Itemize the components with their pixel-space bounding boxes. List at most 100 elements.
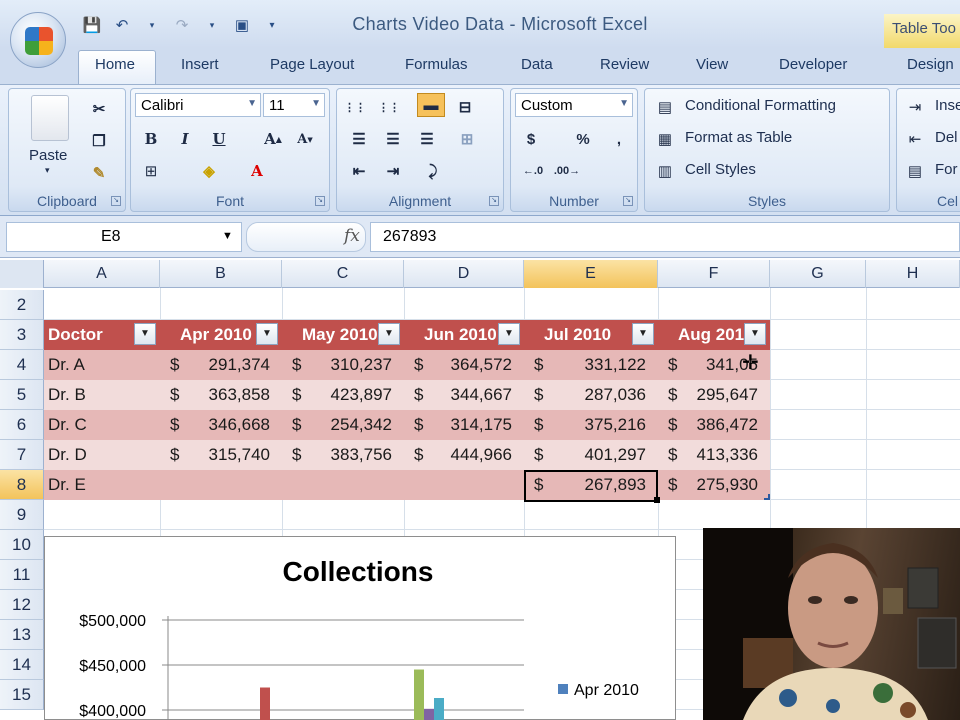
font-name-combo[interactable]: Calibri ▼ bbox=[135, 93, 261, 117]
align-center-icon[interactable]: ☰ bbox=[381, 127, 405, 151]
amount-cell[interactable]: $375,216 bbox=[524, 410, 658, 440]
column-header-h[interactable]: H bbox=[866, 260, 960, 288]
increase-decimal-icon[interactable]: ←.0 bbox=[521, 159, 545, 183]
row-header[interactable]: 5 bbox=[0, 380, 44, 410]
tab-design[interactable]: Design bbox=[907, 56, 954, 73]
amount-cell[interactable]: $275,930 bbox=[658, 470, 770, 500]
align-middle-icon[interactable]: ⋮⋮ bbox=[377, 95, 401, 119]
copy-icon[interactable]: ❐ bbox=[87, 129, 111, 153]
merge-center-icon[interactable]: ⊞ bbox=[455, 127, 479, 151]
amount-cell[interactable]: $331,122 bbox=[524, 350, 658, 380]
column-header-d[interactable]: D bbox=[404, 260, 524, 288]
wrap-text-icon[interactable]: ⤸ bbox=[421, 159, 445, 183]
filter-dropdown-icon[interactable]: ▼ bbox=[134, 323, 156, 345]
amount-cell[interactable]: $314,175 bbox=[404, 410, 524, 440]
chart-bar[interactable] bbox=[414, 669, 424, 720]
redo-icon[interactable]: ↷ bbox=[170, 14, 194, 36]
align-top-icon[interactable]: ⋮⋮ bbox=[343, 95, 367, 119]
grow-font-icon[interactable]: A ▲ bbox=[261, 127, 285, 151]
tab-formulas[interactable]: Formulas bbox=[405, 56, 468, 73]
tab-developer[interactable]: Developer bbox=[779, 56, 847, 73]
align-bottom-icon[interactable]: ▬ bbox=[417, 93, 445, 117]
amount-cell[interactable]: $364,572 bbox=[404, 350, 524, 380]
align-right-icon[interactable]: ☰ bbox=[415, 127, 439, 151]
dropdown-icon[interactable]: ▾ bbox=[200, 14, 224, 36]
row-header[interactable]: 14 bbox=[0, 650, 44, 680]
doctor-cell[interactable]: Dr. A bbox=[44, 350, 160, 380]
tab-page-layout[interactable]: Page Layout bbox=[270, 56, 354, 73]
insert-function-icon[interactable]: fx bbox=[344, 226, 360, 246]
doctor-cell[interactable]: Dr. C bbox=[44, 410, 160, 440]
save-icon[interactable]: 💾 bbox=[80, 14, 104, 36]
conditional-formatting-icon[interactable]: ▤ bbox=[653, 95, 677, 119]
row-header[interactable]: 6 bbox=[0, 410, 44, 440]
shrink-font-icon[interactable]: A ▼ bbox=[293, 127, 317, 151]
bold-icon[interactable]: B bbox=[139, 127, 163, 151]
chevron-down-icon[interactable]: ▼ bbox=[619, 98, 629, 109]
number-format-combo[interactable]: Custom ▼ bbox=[515, 93, 633, 117]
filter-dropdown-icon[interactable]: ▼ bbox=[744, 323, 766, 345]
select-all-corner[interactable] bbox=[0, 260, 44, 288]
filter-dropdown-icon[interactable]: ▼ bbox=[256, 323, 278, 345]
amount-cell[interactable]: $383,756 bbox=[282, 440, 404, 470]
filter-dropdown-icon[interactable]: ▼ bbox=[632, 323, 654, 345]
italic-icon[interactable]: I bbox=[173, 127, 197, 151]
align-left-icon[interactable]: ☰ bbox=[347, 127, 371, 151]
row-header[interactable]: 7 bbox=[0, 440, 44, 470]
font-color-icon[interactable]: A bbox=[245, 159, 269, 183]
amount-cell[interactable]: $310,237 bbox=[282, 350, 404, 380]
decrease-indent-icon[interactable]: ⇤ bbox=[347, 159, 371, 183]
fill-color-icon[interactable]: ◈ bbox=[197, 159, 221, 183]
amount-cell[interactable]: $295,647 bbox=[658, 380, 770, 410]
font-launcher-icon[interactable]: ↘ bbox=[315, 196, 325, 206]
row-header[interactable]: 10 bbox=[0, 530, 44, 560]
paste-icon[interactable] bbox=[31, 95, 69, 141]
legend-label[interactable]: Apr 2010 bbox=[574, 682, 639, 699]
row-header[interactable]: 15 bbox=[0, 680, 44, 710]
amount-cell[interactable]: $444,966 bbox=[404, 440, 524, 470]
amount-cell[interactable]: $254,342 bbox=[282, 410, 404, 440]
tab-data[interactable]: Data bbox=[521, 56, 553, 73]
insert-cells-icon[interactable]: ⇥ bbox=[903, 95, 927, 119]
row-header[interactable]: 2 bbox=[0, 290, 44, 320]
chevron-down-icon[interactable]: ▼ bbox=[311, 98, 321, 109]
percent-icon[interactable]: % bbox=[571, 127, 595, 151]
row-header[interactable]: 3 bbox=[0, 320, 44, 350]
decrease-decimal-icon[interactable]: .00→ bbox=[554, 159, 580, 183]
row-header[interactable]: 4 bbox=[0, 350, 44, 380]
print-preview-icon[interactable]: ▣ bbox=[230, 14, 254, 36]
amount-cell[interactable]: $363,858 bbox=[160, 380, 282, 410]
paste-dropdown-icon[interactable]: ▾ bbox=[45, 165, 50, 176]
alignment-launcher-icon[interactable]: ↘ bbox=[489, 196, 499, 206]
number-launcher-icon[interactable]: ↘ bbox=[623, 196, 633, 206]
amount-cell[interactable]: $346,668 bbox=[160, 410, 282, 440]
row-header[interactable]: 9 bbox=[0, 500, 44, 530]
column-header-c[interactable]: C bbox=[282, 260, 404, 288]
chevron-down-icon[interactable]: ▼ bbox=[222, 230, 233, 242]
amount-cell[interactable]: $401,297 bbox=[524, 440, 658, 470]
format-cells-icon[interactable]: ▤ bbox=[903, 159, 927, 183]
amount-cell[interactable] bbox=[160, 470, 282, 500]
increase-indent-icon[interactable]: ⇥ bbox=[381, 159, 405, 183]
underline-icon[interactable]: U bbox=[207, 127, 231, 151]
tab-insert[interactable]: Insert bbox=[181, 56, 219, 73]
amount-cell[interactable] bbox=[404, 470, 524, 500]
fill-handle[interactable] bbox=[654, 497, 660, 503]
insert-cells-button[interactable]: Inse bbox=[935, 97, 960, 114]
row-header[interactable]: 13 bbox=[0, 620, 44, 650]
amount-cell[interactable]: $287,036 bbox=[524, 380, 658, 410]
format-as-table-icon[interactable]: ▦ bbox=[653, 127, 677, 151]
cell-styles-icon[interactable]: ▥ bbox=[653, 159, 677, 183]
amount-cell[interactable]: $386,472 bbox=[658, 410, 770, 440]
borders-icon[interactable]: ⊞ bbox=[139, 159, 163, 183]
row-header[interactable]: 11 bbox=[0, 560, 44, 590]
filter-dropdown-icon[interactable]: ▼ bbox=[378, 323, 400, 345]
column-header-f[interactable]: F bbox=[658, 260, 770, 288]
doctor-cell[interactable]: Dr. E bbox=[44, 470, 160, 500]
customize-qat-icon[interactable]: ▾ bbox=[260, 14, 284, 36]
column-header-e[interactable]: E bbox=[524, 260, 658, 288]
column-header-b[interactable]: B bbox=[160, 260, 282, 288]
chart-bar[interactable] bbox=[424, 708, 434, 720]
paste-label[interactable]: Paste bbox=[29, 147, 67, 164]
row-header[interactable]: 12 bbox=[0, 590, 44, 620]
